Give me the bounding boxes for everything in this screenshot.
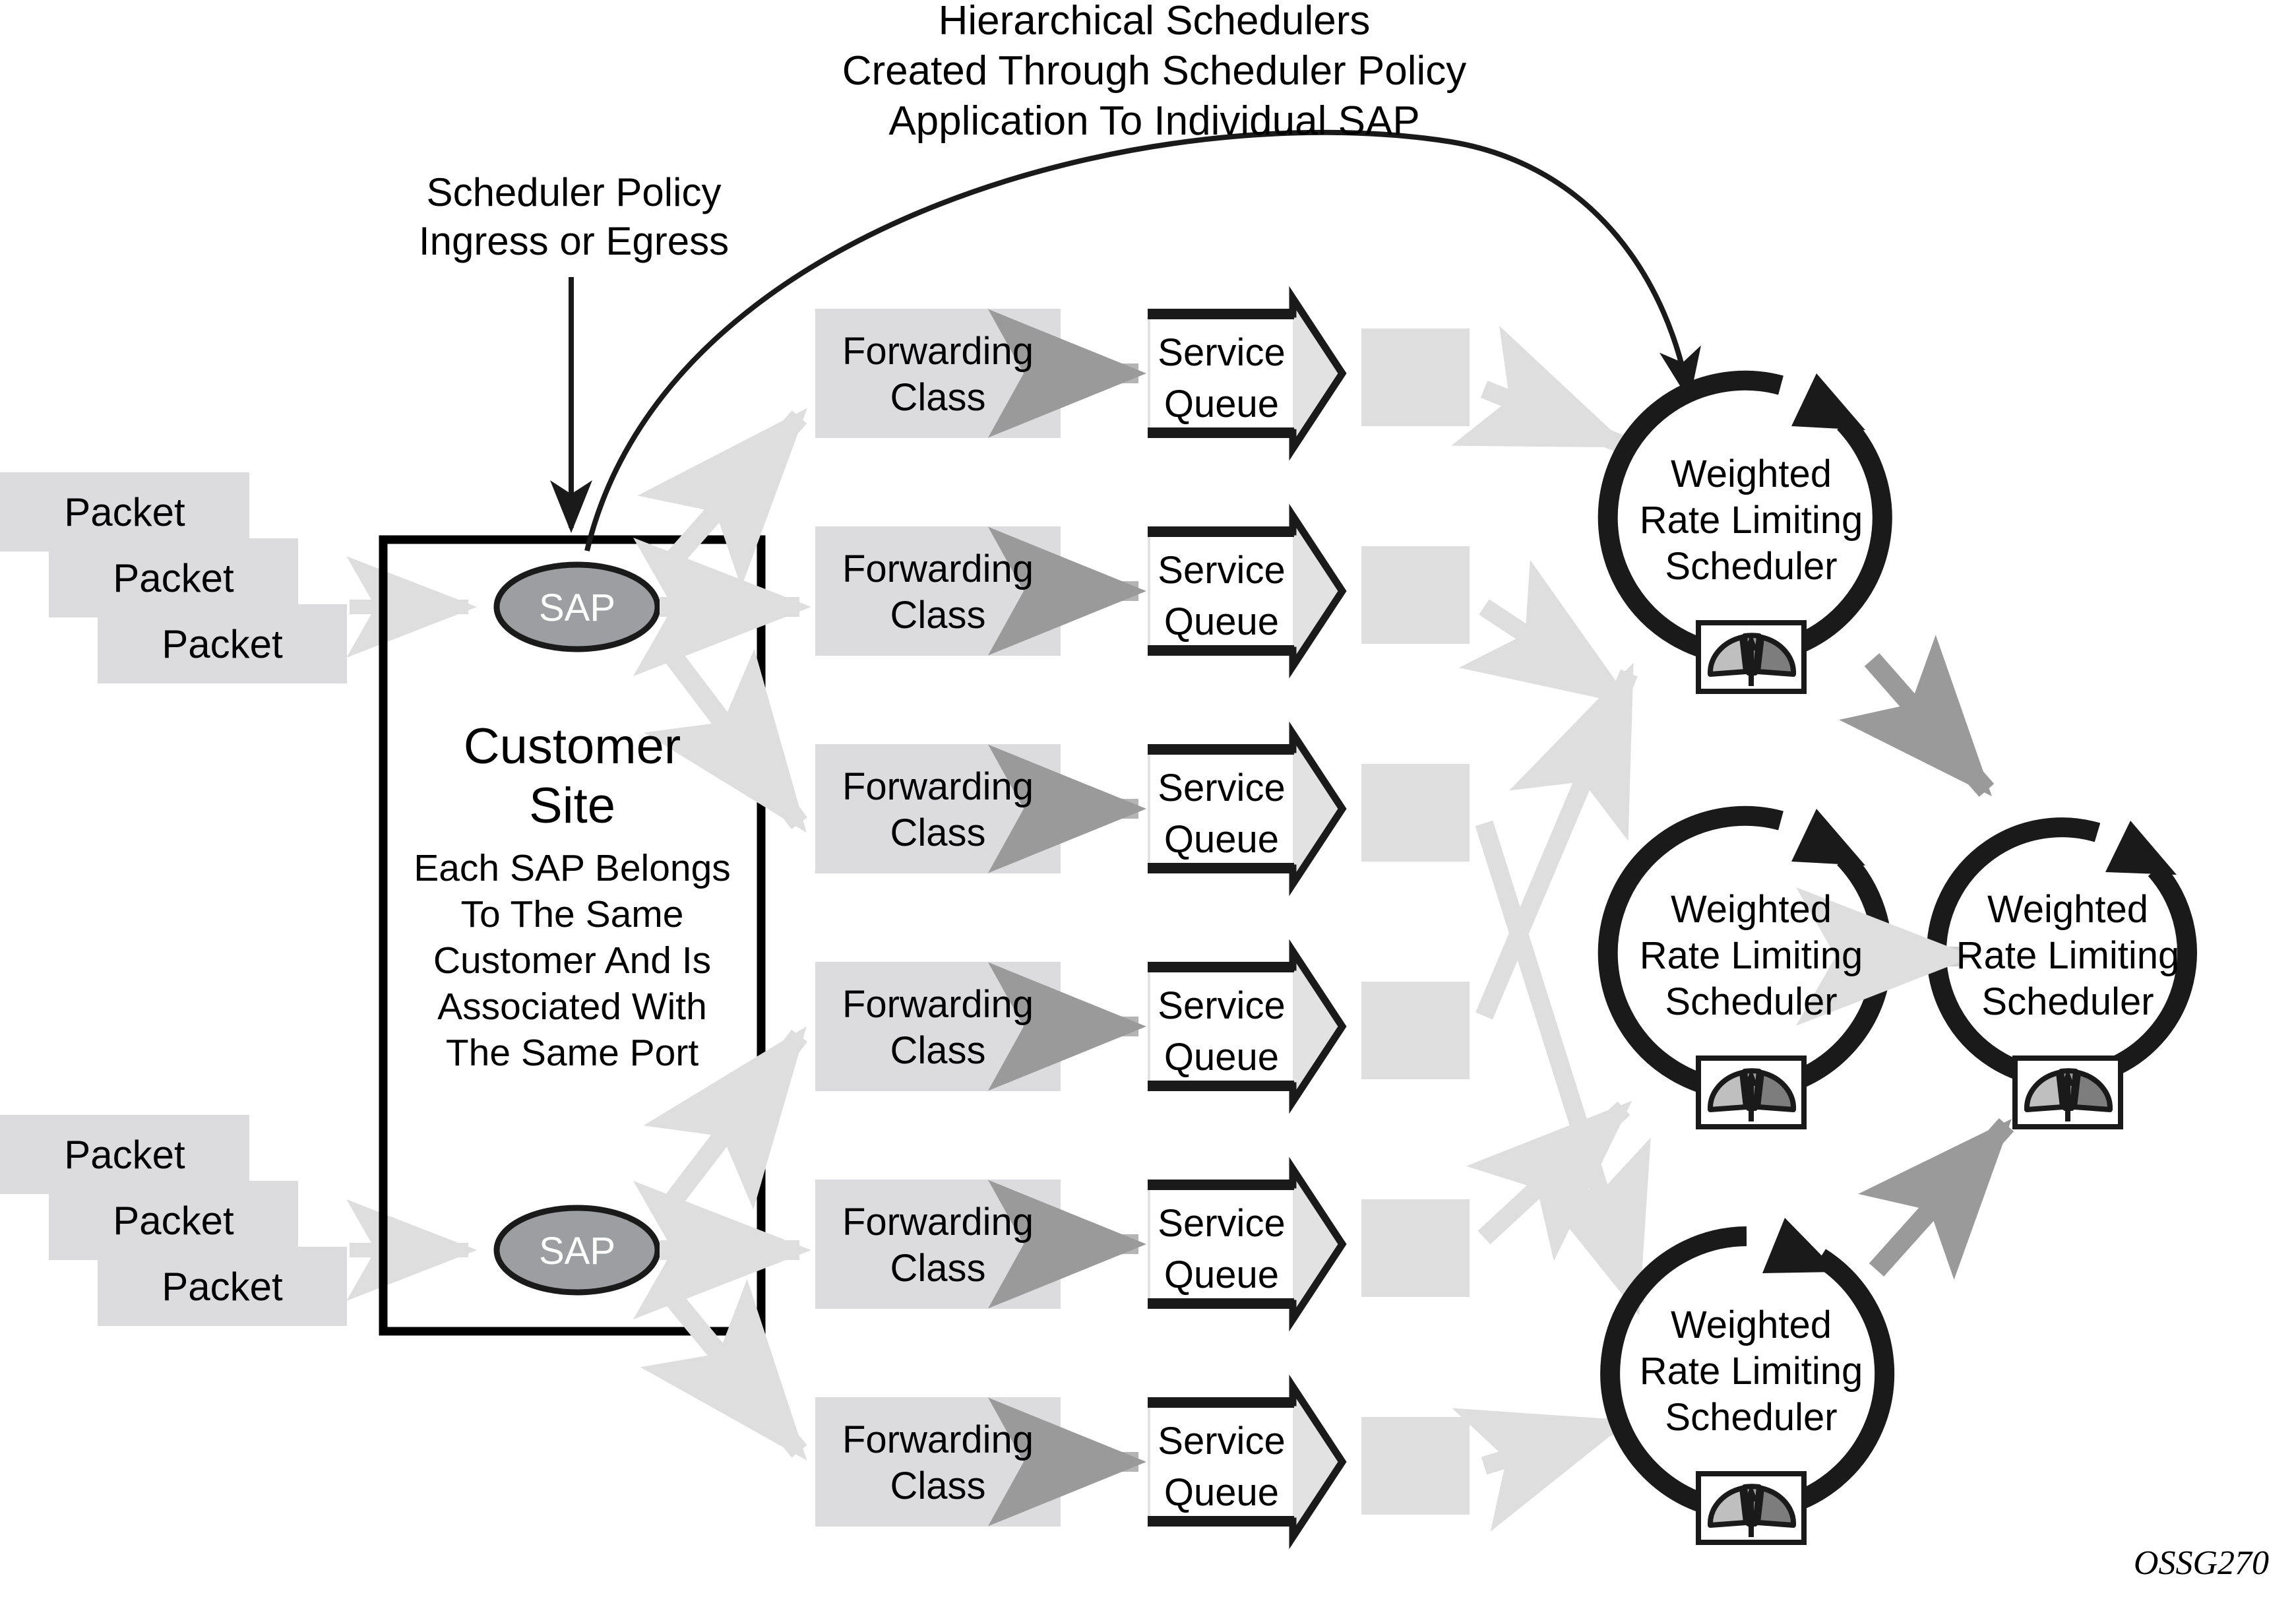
service-queue-shape-4 (1148, 939, 1347, 1114)
scheduler-circle-middle (1598, 805, 1892, 1100)
scheduler-circle-right (1926, 817, 2197, 1088)
forwarding-class-box-6 (815, 1397, 1061, 1527)
scheduler-circle-bottom (1600, 1218, 1895, 1521)
diagram-graphics (0, 129, 2197, 1550)
queue1-to-top-scheduler-arrow (1451, 325, 1630, 452)
hierarchical-scheduler-curve-arrow (584, 129, 1701, 551)
queue-output-box-5 (1361, 1199, 1470, 1297)
forwarding-class-box-2 (815, 526, 1061, 656)
scheduler-circle-top (1598, 370, 1892, 665)
packet-stack-bottom (0, 1115, 347, 1326)
queue-output-box-1 (1361, 329, 1470, 426)
sap-bottom-to-fc4-arrow (643, 1026, 807, 1225)
queue6-to-bottom-scheduler-arrow (1452, 1408, 1630, 1532)
sap-ellipse-bottom (493, 1205, 661, 1296)
top-to-right-scheduler-arrow (1839, 635, 1995, 797)
gauge-icon-middle-scheduler (1696, 1056, 1807, 1129)
forwarding-class-box-1 (815, 309, 1061, 438)
queue2-to-top-scheduler-arrow (1458, 559, 1634, 707)
queue-output-box-3 (1361, 764, 1470, 862)
sap-top-to-fc3-arrow (644, 632, 807, 833)
queue-output-box-2 (1361, 546, 1470, 644)
sap-bottom-to-fc6-arrow (640, 1275, 807, 1461)
queue-output-box-4 (1361, 982, 1470, 1079)
forwarding-class-box-4 (815, 962, 1061, 1091)
queue-output-box-6 (1361, 1417, 1470, 1515)
service-queue-shape-6 (1148, 1374, 1347, 1550)
bottom-to-right-scheduler-arrow (1858, 1118, 2014, 1280)
gauge-icon-right-scheduler (2012, 1056, 2123, 1129)
forwarding-class-box-5 (815, 1180, 1061, 1309)
service-queue-shape-5 (1148, 1156, 1347, 1332)
service-queue-shape-3 (1148, 721, 1347, 897)
packet-stack-top (0, 472, 347, 683)
service-queue-shape-2 (1148, 503, 1347, 679)
gauge-icon-top-scheduler (1696, 620, 1807, 694)
diagram-canvas: Hierarchical Schedulers Created Through … (0, 0, 2296, 1607)
sap-top-to-fc1-arrow (637, 408, 807, 588)
forwarding-class-box-3 (815, 744, 1061, 873)
sap-ellipse-top (493, 561, 661, 652)
service-queue-shape-1 (1148, 286, 1347, 461)
gauge-icon-bottom-scheduler (1696, 1471, 1807, 1545)
